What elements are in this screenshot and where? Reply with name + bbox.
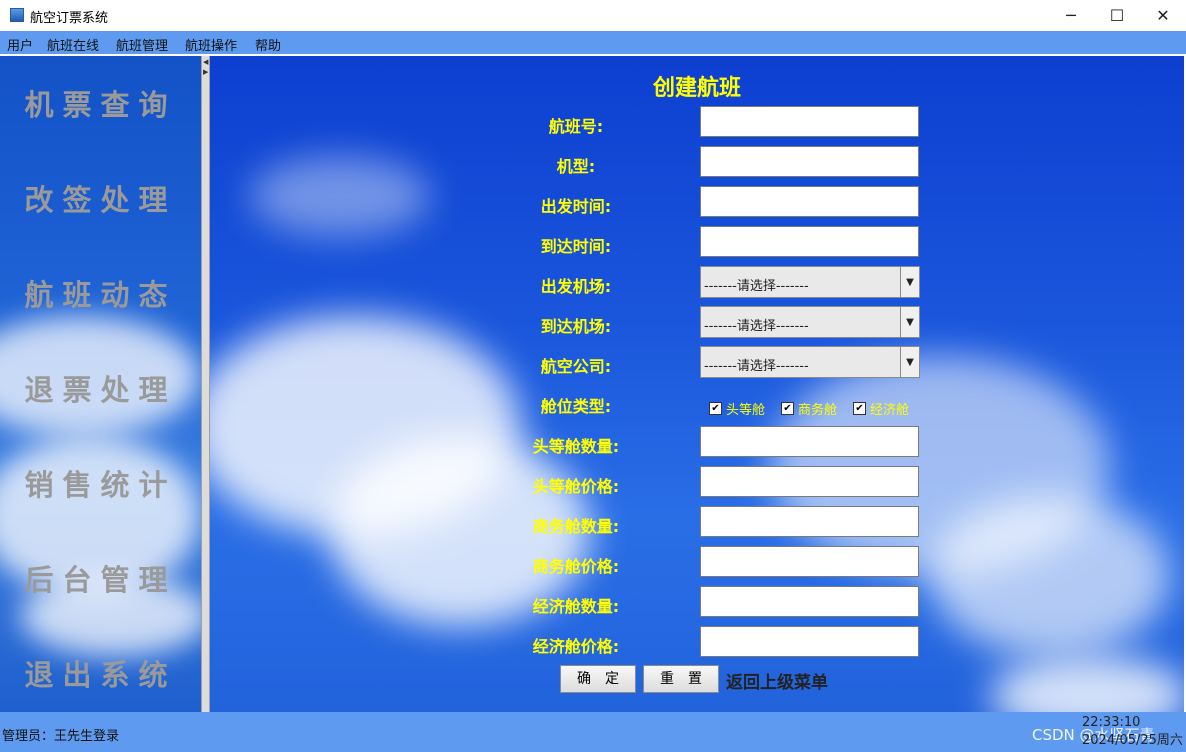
airline-select[interactable]: -------请选择------- ▼ bbox=[700, 346, 920, 378]
sidebar-item-ticket-query[interactable]: 机票查询 bbox=[0, 82, 201, 124]
label-business-price: 商务舱价格: bbox=[532, 557, 620, 576]
label-arrive-time: 到达时间: bbox=[540, 237, 612, 256]
menu-help[interactable]: 帮助 bbox=[255, 35, 281, 54]
select-value: -------请选择------- bbox=[704, 279, 809, 294]
checkbox-first-class[interactable]: ✔ 头等舱 bbox=[709, 399, 765, 418]
label-depart-time: 出发时间: bbox=[540, 197, 612, 216]
label-airline: 航空公司: bbox=[540, 357, 612, 376]
page-title: 创建航班 bbox=[652, 76, 741, 101]
app-icon bbox=[10, 8, 24, 22]
business-class-price-input[interactable] bbox=[700, 546, 919, 577]
status-clock: 22:33:10 2024/05/25周六 bbox=[1082, 714, 1183, 750]
business-class-qty-input[interactable] bbox=[700, 506, 919, 537]
split-pane-divider[interactable]: ◀ ▶ bbox=[201, 56, 210, 712]
label-first-qty: 头等舱数量: bbox=[532, 437, 620, 456]
label-business-qty: 商务舱数量: bbox=[532, 517, 620, 536]
check-icon[interactable]: ✔ bbox=[853, 402, 866, 415]
first-class-qty-input[interactable] bbox=[700, 426, 919, 457]
select-value: -------请选择------- bbox=[704, 359, 809, 374]
economy-class-price-input[interactable] bbox=[700, 626, 919, 657]
checkbox-economy-class[interactable]: ✔ 经济舱 bbox=[853, 399, 909, 418]
label-arrive-airport: 到达机场: bbox=[540, 317, 612, 336]
close-button[interactable]: ✕ bbox=[1140, 0, 1186, 31]
checkbox-label: 经济舱 bbox=[870, 403, 910, 418]
collapse-left-icon[interactable]: ◀ bbox=[203, 58, 208, 66]
main-panel: 创建航班 航班号: 机型: 出发时间: 到达时间: 出发机场: -------请… bbox=[210, 56, 1184, 712]
menu-bar: 用户 航班在线 航班管理 航班操作 帮助 bbox=[0, 31, 1186, 54]
checkbox-business-class[interactable]: ✔ 商务舱 bbox=[781, 399, 837, 418]
back-to-menu-link[interactable]: 返回上级菜单 bbox=[726, 668, 828, 693]
label-cabin-type: 舱位类型: bbox=[540, 397, 612, 416]
flight-no-input[interactable] bbox=[700, 106, 919, 137]
check-icon[interactable]: ✔ bbox=[709, 402, 722, 415]
label-flight-no: 航班号: bbox=[548, 117, 604, 136]
economy-class-qty-input[interactable] bbox=[700, 586, 919, 617]
chevron-down-icon[interactable]: ▼ bbox=[900, 267, 919, 297]
menu-flight-management[interactable]: 航班管理 bbox=[116, 35, 168, 54]
status-bar: 管理员：王先生登录 CSDN @水坚石青 22:33:10 2024/05/25… bbox=[0, 712, 1186, 752]
label-economy-price: 经济舱价格: bbox=[532, 637, 620, 656]
sidebar-item-sales-stats[interactable]: 销售统计 bbox=[0, 462, 201, 504]
minimize-button[interactable]: ─ bbox=[1048, 0, 1094, 31]
cloud-decoration bbox=[250, 156, 430, 236]
confirm-button[interactable]: 确定 bbox=[560, 665, 636, 693]
status-user: 管理员：王先生登录 bbox=[2, 729, 120, 744]
chevron-down-icon[interactable]: ▼ bbox=[900, 347, 919, 377]
label-depart-airport: 出发机场: bbox=[540, 277, 612, 296]
menu-user[interactable]: 用户 bbox=[7, 35, 33, 54]
check-icon[interactable]: ✔ bbox=[781, 402, 794, 415]
menu-flight-operation[interactable]: 航班操作 bbox=[185, 35, 237, 54]
status-date: 2024/05/25周六 bbox=[1082, 733, 1183, 748]
maximize-button[interactable]: ☐ bbox=[1094, 0, 1140, 31]
cloud-decoration bbox=[990, 656, 1184, 712]
chevron-down-icon[interactable]: ▼ bbox=[900, 307, 919, 337]
status-time: 22:33:10 bbox=[1082, 715, 1141, 730]
depart-time-input[interactable] bbox=[700, 186, 919, 217]
sidebar-item-rebooking[interactable]: 改签处理 bbox=[0, 177, 201, 219]
checkbox-label: 商务舱 bbox=[798, 403, 838, 418]
sidebar-item-exit[interactable]: 退出系统 bbox=[0, 652, 201, 694]
window-title: 航空订票系统 bbox=[30, 11, 109, 26]
checkbox-label: 头等舱 bbox=[726, 403, 766, 418]
sidebar-item-flight-status[interactable]: 航班动态 bbox=[0, 272, 201, 314]
sidebar-item-refund[interactable]: 退票处理 bbox=[0, 367, 201, 409]
label-model: 机型: bbox=[556, 157, 596, 176]
label-economy-qty: 经济舱数量: bbox=[532, 597, 620, 616]
sidebar-item-admin[interactable]: 后台管理 bbox=[0, 557, 201, 599]
select-value: -------请选择------- bbox=[704, 319, 809, 334]
label-first-price: 头等舱价格: bbox=[532, 477, 620, 496]
first-class-price-input[interactable] bbox=[700, 466, 919, 497]
sidebar: 机票查询 改签处理 航班动态 退票处理 销售统计 后台管理 退出系统 bbox=[0, 56, 201, 712]
menu-flight-online[interactable]: 航班在线 bbox=[47, 35, 99, 54]
model-input[interactable] bbox=[700, 146, 919, 177]
depart-airport-select[interactable]: -------请选择------- ▼ bbox=[700, 266, 920, 298]
reset-button[interactable]: 重置 bbox=[643, 665, 719, 693]
title-bar: 航空订票系统 ─ ☐ ✕ bbox=[0, 0, 1186, 32]
cloud-decoration bbox=[930, 496, 1170, 656]
arrive-airport-select[interactable]: -------请选择------- ▼ bbox=[700, 306, 920, 338]
arrive-time-input[interactable] bbox=[700, 226, 919, 257]
expand-right-icon[interactable]: ▶ bbox=[203, 68, 208, 76]
